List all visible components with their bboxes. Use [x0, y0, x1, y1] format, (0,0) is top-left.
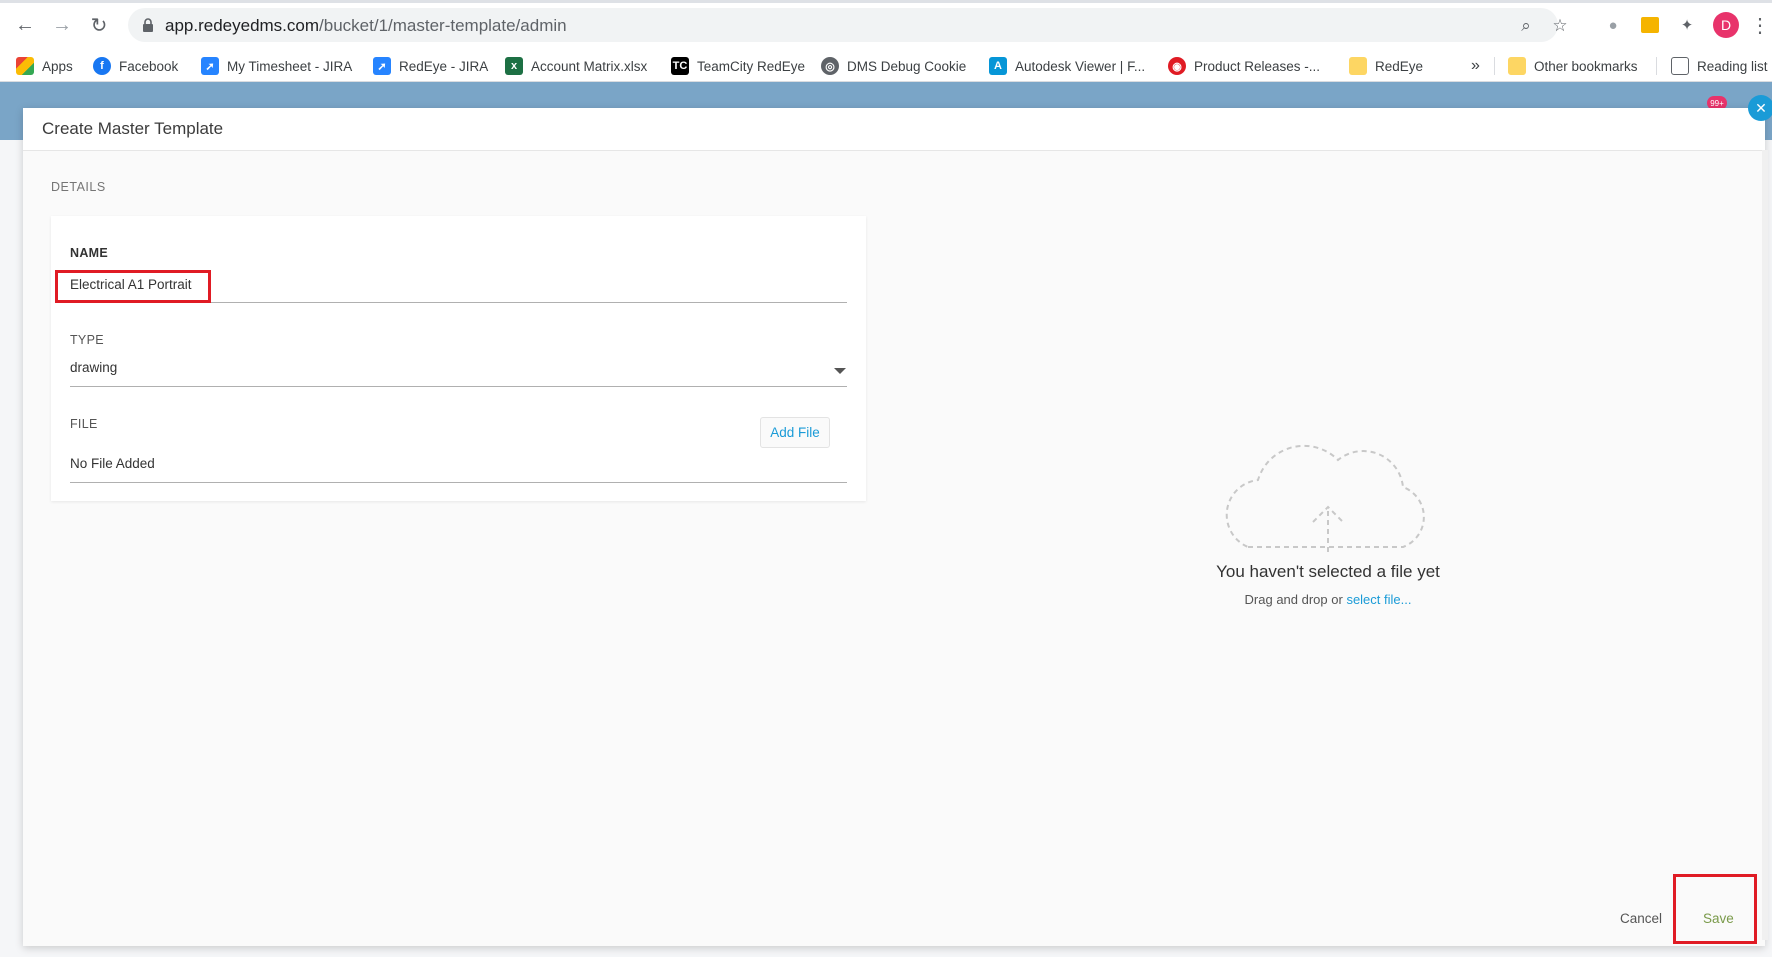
bookmark-account-matrix[interactable]: x Account Matrix.xlsx [505, 55, 647, 77]
upload-empty-title: You haven't selected a file yet [1216, 562, 1440, 581]
url-host: app.redeyedms.com [165, 16, 320, 35]
autodesk-icon: A [989, 57, 1007, 75]
bookmarks-separator [1494, 57, 1495, 75]
save-highlight-box [1673, 874, 1757, 944]
details-heading: DETAILS [51, 180, 106, 194]
scrollbar[interactable] [1762, 150, 1768, 940]
type-underline [70, 386, 847, 387]
url-path: /bucket/1/master-template/admin [319, 16, 567, 35]
profile-avatar[interactable]: D [1713, 12, 1739, 38]
jira-icon: ➚ [201, 57, 219, 75]
folder-icon [1508, 57, 1526, 75]
name-highlight-box [55, 270, 211, 303]
file-value: No File Added [70, 456, 155, 471]
file-underline [70, 482, 847, 483]
bookmark-my-timesheet[interactable]: ➚ My Timesheet - JIRA [201, 55, 352, 77]
url-text: app.redeyedms.com/bucket/1/master-templa… [165, 16, 567, 36]
address-bar[interactable]: app.redeyedms.com/bucket/1/master-templa… [128, 8, 1568, 42]
bookmark-autodesk-viewer[interactable]: A Autodesk Viewer | F... [989, 55, 1145, 77]
cancel-button[interactable]: Cancel [1620, 911, 1662, 926]
puzzle-icon[interactable]: ✦ [1675, 13, 1699, 37]
type-label: TYPE [70, 333, 104, 347]
bookmark-dms-debug-cookie[interactable]: ◎ DMS Debug Cookie [821, 55, 966, 77]
jira-icon: ➚ [373, 57, 391, 75]
extension-yellow-icon[interactable] [1638, 13, 1662, 37]
globe-icon: ◎ [821, 57, 839, 75]
excel-icon: x [505, 57, 523, 75]
bookmark-label: RedEye - JIRA [399, 58, 489, 74]
add-file-button[interactable]: Add File [760, 417, 830, 448]
star-icon[interactable]: ☆ [1551, 16, 1569, 35]
bookmark-label: Apps [42, 58, 73, 74]
browser-toolbar: ← → ↻ app.redeyedms.com/bucket/1/master-… [0, 0, 1772, 49]
bookmark-label: DMS Debug Cookie [847, 58, 967, 74]
cloud-upload-icon[interactable] [1218, 432, 1438, 557]
bookmark-teamcity[interactable]: TC TeamCity RedEye [671, 55, 805, 77]
bookmark-label: RedEye [1375, 58, 1424, 74]
bookmark-label: Other bookmarks [1534, 58, 1638, 74]
bookmarks-overflow-button[interactable]: » [1471, 55, 1480, 77]
select-file-link[interactable]: select file... [1346, 592, 1411, 607]
forward-arrow-icon[interactable]: → [50, 13, 74, 37]
zoom-icon[interactable]: ⌕ [1517, 16, 1535, 35]
facebook-icon: f [93, 57, 111, 75]
dialog-title: Create Master Template [42, 119, 224, 138]
reading-list-icon [1671, 57, 1689, 75]
bookmark-label: My Timesheet - JIRA [227, 58, 353, 74]
redeye-icon: ◉ [1168, 57, 1186, 75]
upload-hint: Drag and drop or select file... [1108, 592, 1548, 607]
bookmark-label: Facebook [119, 58, 179, 74]
bookmark-label: Autodesk Viewer | F... [1015, 58, 1146, 74]
reading-list-label: Reading list [1697, 58, 1768, 74]
file-label: FILE [70, 417, 98, 431]
details-card: NAME Electrical A1 Portrait TYPE drawing… [51, 216, 866, 501]
teamcity-icon: TC [671, 57, 689, 75]
back-arrow-icon[interactable]: ← [13, 13, 37, 37]
apps-grid-icon [16, 57, 34, 75]
chevron-down-icon[interactable] [834, 368, 846, 374]
type-select[interactable]: drawing [70, 360, 117, 375]
bookmark-redeye-folder[interactable]: RedEye [1349, 55, 1423, 77]
kebab-menu-icon[interactable]: ⋮ [1750, 12, 1770, 38]
folder-icon [1349, 57, 1367, 75]
close-icon[interactable]: ✕ [1748, 95, 1772, 121]
bookmarks-bar: Apps f Facebook ➚ My Timesheet - JIRA ➚ … [0, 49, 1772, 82]
tab-strip [0, 0, 1772, 3]
reload-icon[interactable]: ↻ [87, 13, 111, 37]
bookmark-label: Product Releases -... [1194, 58, 1321, 74]
bookmark-product-releases[interactable]: ◉ Product Releases -... [1168, 55, 1320, 77]
extension-t-icon[interactable]: ● [1601, 13, 1625, 37]
bookmark-redeye-jira[interactable]: ➚ RedEye - JIRA [373, 55, 488, 77]
bookmark-label: Account Matrix.xlsx [531, 58, 648, 74]
lock-icon [143, 18, 153, 32]
upload-hint-text: Drag and drop or [1244, 592, 1347, 607]
bookmark-label: TeamCity RedEye [697, 58, 806, 74]
bookmark-facebook[interactable]: f Facebook [93, 55, 178, 77]
bookmark-other-bookmarks[interactable]: Other bookmarks [1508, 55, 1638, 77]
bookmarks-separator [1656, 57, 1657, 75]
reading-list-button[interactable]: Reading list [1671, 55, 1768, 77]
bookmark-apps[interactable]: Apps [16, 55, 73, 77]
name-label: NAME [70, 246, 109, 260]
